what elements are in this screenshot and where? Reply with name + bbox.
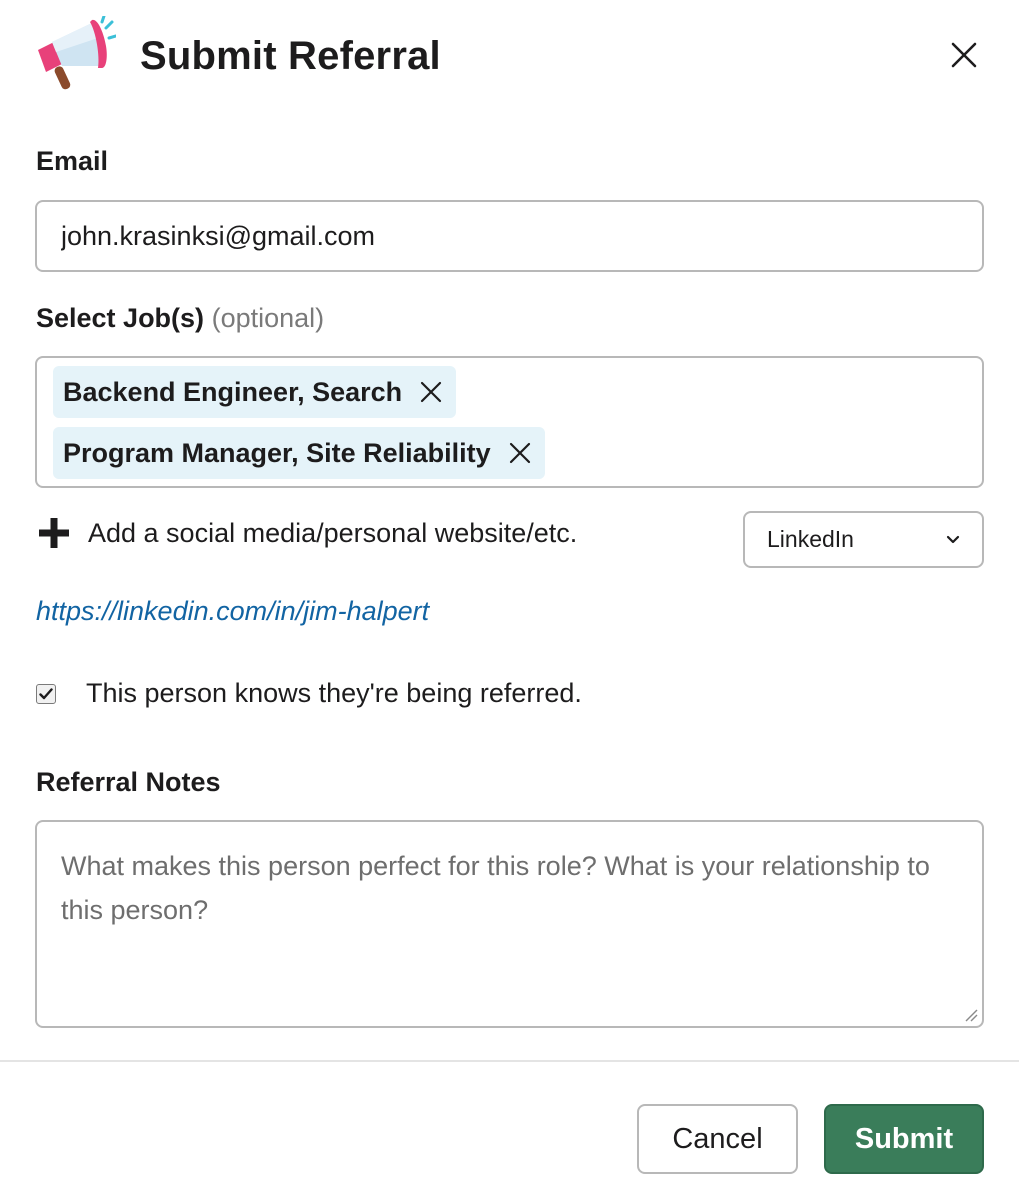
- jobs-label-text: Select Job(s): [36, 303, 205, 333]
- job-chip-label: Backend Engineer, Search: [63, 376, 403, 407]
- add-social-link-label: Add a social media/personal website/etc.: [88, 517, 578, 548]
- modal-title: Submit Referral: [140, 34, 441, 78]
- consent-checkbox[interactable]: [36, 683, 56, 704]
- chevron-down-icon: [946, 535, 960, 543]
- consent-label: This person knows they're being referred…: [86, 678, 582, 708]
- cancel-button[interactable]: Cancel: [637, 1104, 798, 1174]
- jobs-optional-hint: (optional): [211, 303, 325, 333]
- social-platform-select[interactable]: LinkedIn: [743, 511, 984, 568]
- close-icon: [951, 42, 977, 68]
- jobs-label: Select Job(s) (optional): [36, 303, 324, 334]
- email-field[interactable]: [35, 200, 984, 272]
- social-platform-value: LinkedIn: [767, 526, 854, 552]
- close-button[interactable]: [941, 32, 987, 78]
- job-chip: Backend Engineer, Search: [53, 366, 457, 418]
- megaphone-icon: [38, 16, 116, 90]
- jobs-multiselect[interactable]: Backend Engineer, Search Program Manager…: [35, 356, 984, 488]
- add-social-link-button[interactable]: Add a social media/personal website/etc.: [36, 508, 577, 558]
- modal-header: Submit Referral: [32, 14, 987, 98]
- job-chip: Program Manager, Site Reliability: [53, 427, 545, 479]
- notes-placeholder: What makes this person perfect for this …: [61, 851, 930, 925]
- close-icon: [421, 381, 442, 403]
- submit-referral-modal: Submit Referral Email Select Job(s) (opt…: [0, 0, 1019, 1200]
- notes-label: Referral Notes: [36, 767, 221, 797]
- email-label: Email: [36, 146, 109, 176]
- job-chip-label: Program Manager, Site Reliability: [63, 437, 491, 468]
- consent-row: This person knows they're being referred…: [36, 678, 582, 709]
- remove-job-button[interactable]: [505, 438, 535, 468]
- submit-button[interactable]: Submit: [824, 1104, 984, 1174]
- resize-handle-icon[interactable]: [962, 1006, 978, 1022]
- remove-job-button[interactable]: [416, 377, 446, 407]
- social-profile-link[interactable]: https://linkedin.com/in/jim-halpert: [36, 596, 429, 627]
- close-icon: [509, 442, 530, 464]
- plus-icon: [39, 518, 69, 548]
- footer-divider: [0, 1060, 1019, 1062]
- referral-notes-textarea[interactable]: What makes this person perfect for this …: [35, 820, 984, 1028]
- checkmark-icon: [39, 687, 53, 699]
